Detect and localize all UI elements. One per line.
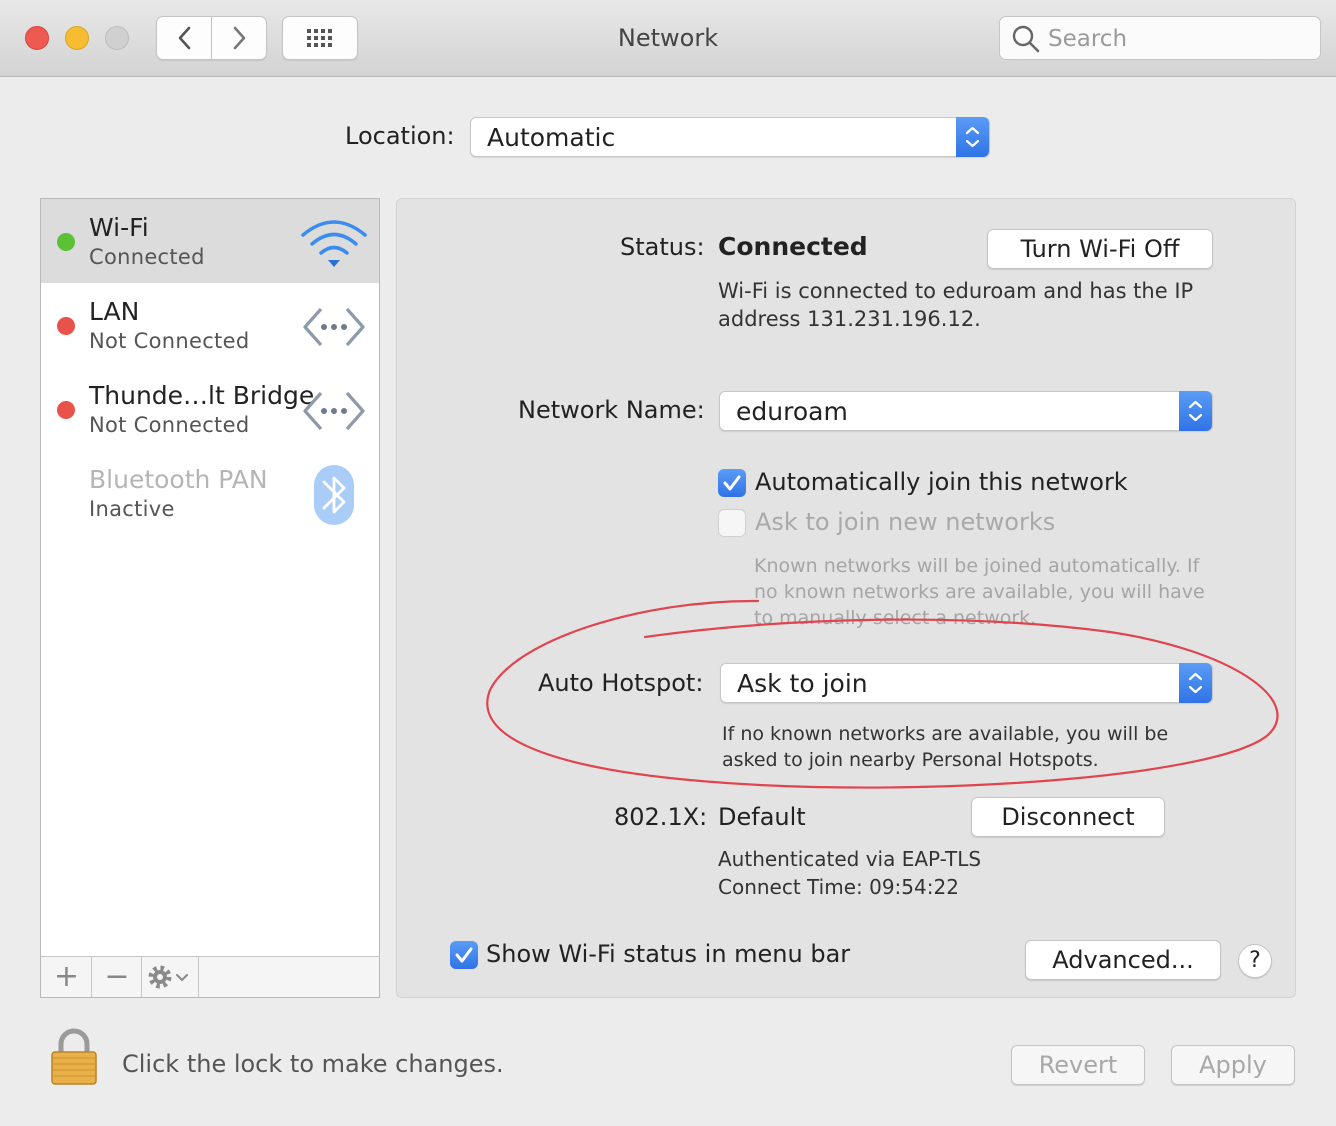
search-icon [1012,25,1040,53]
service-list-toolbar: + − [41,956,379,997]
network-name-label: Network Name: [518,396,705,424]
status-dot [57,233,75,251]
dot1x-value: Default [718,803,806,831]
disconnect-button[interactable]: Disconnect [971,797,1165,837]
service-status: Connected [89,245,205,269]
gear-icon [148,965,188,989]
remove-icon: − [104,959,130,994]
join-help-line3: to manually select a network. [754,607,1037,629]
apply-button[interactable]: Apply [1171,1045,1295,1085]
network-name-popup[interactable]: eduroam [719,391,1213,431]
advanced-button[interactable]: Advanced... [1025,940,1221,980]
auto-hotspot-help-line2: asked to join nearby Personal Hotspots. [722,749,1099,771]
service-status: Not Connected [89,413,250,437]
auto-hotspot-label: Auto Hotspot: [538,669,704,697]
auto-hotspot-popup[interactable]: Ask to join [720,663,1213,703]
status-description-line1: Wi-Fi is connected to eduroam and has th… [718,279,1194,303]
dot1x-label: 802.1X: [614,803,708,831]
service-item-thunderbolt-bridge[interactable]: Thunde…lt Bridge Not Connected [41,367,379,451]
ask-join-label: Ask to join new networks [755,508,1056,536]
service-item-wifi[interactable]: Wi-Fi Connected [41,199,379,283]
status-dot [57,401,75,419]
lock-message[interactable]: Click the lock to make changes. [122,1050,504,1078]
remove-service-button[interactable]: − [92,957,142,997]
join-help-line2: no known networks are available, you wil… [754,581,1205,603]
auto-join-checkbox[interactable] [718,469,746,497]
wifi-icon [301,220,367,267]
popup-stepper-icon [1179,663,1212,703]
popup-stepper-icon [1179,391,1212,431]
bluetooth-icon [314,465,354,525]
status-description-line2: address 131.231.196.12. [718,307,981,331]
checkmark-icon [455,947,473,963]
lock-icon [51,1028,97,1085]
status-dot [57,317,75,335]
ethernet-icon [303,307,365,347]
service-status: Not Connected [89,329,250,353]
ethernet-icon [303,391,365,431]
show-menu-bar-checkbox[interactable] [450,941,478,969]
join-help-line1: Known networks will be joined automatica… [754,555,1200,577]
status-label: Status: [620,233,705,261]
service-status: Inactive [89,497,175,521]
service-item-bluetooth-pan[interactable]: Bluetooth PAN Inactive [41,451,379,535]
ask-join-checkbox[interactable] [718,509,746,537]
search-input[interactable] [1046,23,1310,55]
service-name: LAN [89,297,140,326]
service-item-lan[interactable]: LAN Not Connected [41,283,379,367]
auto-hotspot-help-line1: If no known networks are available, you … [722,723,1169,745]
add-icon: + [53,959,80,994]
checkmark-icon [723,475,741,491]
auto-join-label: Automatically join this network [755,468,1128,496]
dot1x-auth-line: Authenticated via EAP-TLS [718,847,982,871]
location-label: Location: [345,122,455,150]
popup-stepper-icon [956,117,989,157]
add-service-button[interactable]: + [41,957,92,997]
title-bar: Network [0,0,1336,77]
location-popup[interactable]: Automatic [470,117,990,157]
status-value: Connected [718,232,868,261]
service-list: Wi-Fi Connected LAN Not Connected Thunde… [40,198,380,998]
help-button[interactable]: ? [1238,944,1272,978]
show-menu-bar-label: Show Wi-Fi status in menu bar [486,940,851,968]
revert-button[interactable]: Revert [1011,1045,1145,1085]
service-name: Wi-Fi [89,213,149,242]
network-name-value: eduroam [736,397,848,426]
service-name: Bluetooth PAN [89,465,268,494]
search-field[interactable] [999,16,1321,60]
dot1x-connect-time: Connect Time: 09:54:22 [718,875,959,899]
action-menu-button[interactable] [142,957,199,997]
service-name: Thunde…lt Bridge [89,381,315,410]
auto-hotspot-value: Ask to join [737,669,868,698]
location-value: Automatic [487,123,616,152]
turn-wifi-off-button[interactable]: Turn Wi-Fi Off [987,229,1213,269]
